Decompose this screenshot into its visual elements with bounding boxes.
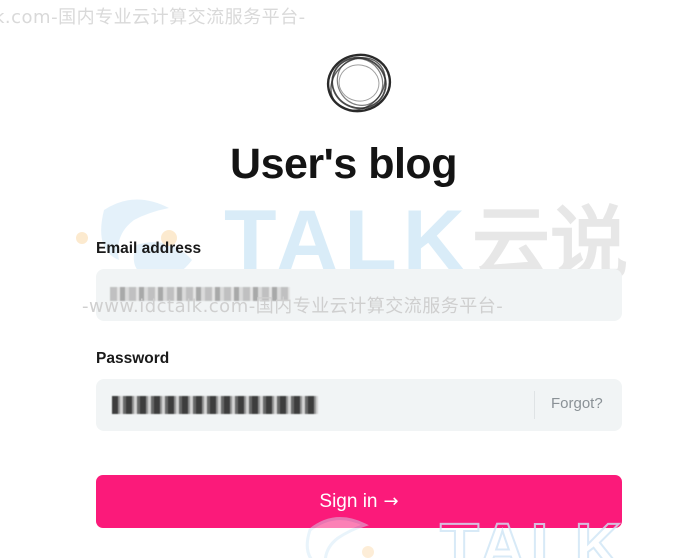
email-field[interactable] — [96, 269, 622, 321]
arrow-right-icon: → — [383, 491, 399, 512]
sign-in-button[interactable]: Sign in → — [96, 475, 622, 528]
field-divider — [534, 391, 535, 419]
watermark-swirl-icon — [76, 199, 192, 278]
page-title: User's blog — [230, 140, 457, 188]
sign-in-label: Sign in — [319, 490, 378, 512]
password-value-redacted — [112, 396, 318, 414]
watermark-text-top: k.com-国内专业云计算交流服务平台- — [0, 7, 306, 28]
forgot-password-link[interactable]: Forgot? — [551, 395, 603, 412]
scribble-circle-icon — [326, 53, 392, 113]
password-label: Password — [96, 350, 170, 367]
email-value-redacted — [110, 287, 290, 301]
password-field[interactable]: Forgot? — [96, 379, 622, 431]
email-label: Email address — [96, 240, 202, 257]
login-page: k.com-国内专业云计算交流服务平台- TALK 云说 User's blog… — [0, 0, 687, 558]
